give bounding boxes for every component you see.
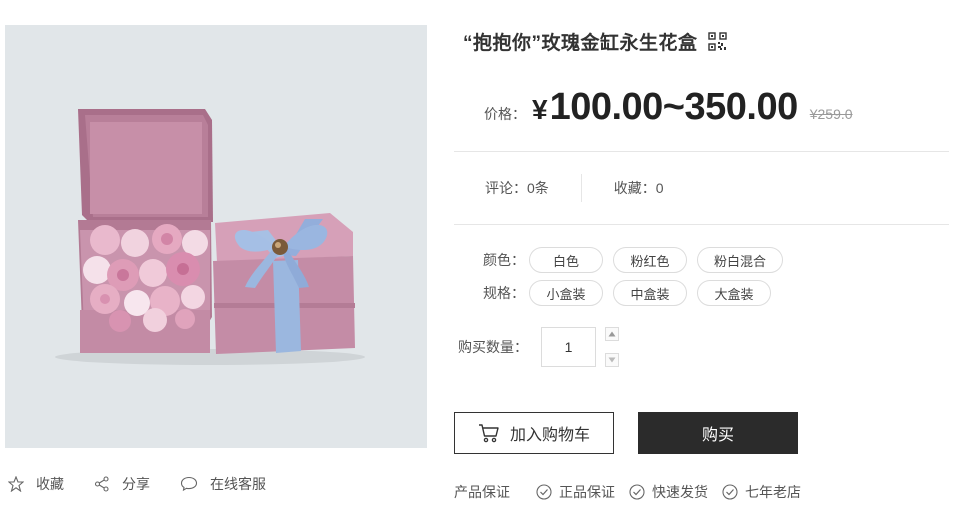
guarantee-fast-shipping: 快速发货 — [652, 484, 708, 500]
favorite-label: 收藏 — [36, 476, 64, 492]
guarantee-item: 七年老店 — [722, 482, 801, 502]
spec-options: 规格： 小盒装 中盒装 大盒装 — [483, 280, 781, 306]
spec-label: 规格： — [483, 285, 525, 301]
quantity-row: 购买数量： 1 — [458, 327, 619, 367]
color-option-white[interactable]: 白色 — [529, 247, 603, 273]
original-price: ¥259.0 — [809, 106, 853, 122]
star-icon — [8, 476, 24, 492]
share-button[interactable]: 分享 — [94, 474, 150, 494]
price-currency: ¥ — [532, 94, 548, 125]
guarantee-authentic: 正品保证 — [559, 484, 615, 500]
stats-row: 评论：0条 收藏：0 — [485, 174, 664, 202]
favorite-button[interactable]: 收藏 — [8, 474, 64, 494]
spec-option-medium[interactable]: 中盒装 — [613, 280, 687, 306]
add-to-cart-label: 加入购物车 — [509, 427, 590, 444]
guarantee-item: 快速发货 — [629, 482, 708, 502]
gallery-actions: 收藏 分享 在线客服 — [8, 472, 296, 496]
review-count: 评论：0条 — [485, 180, 549, 196]
color-options: 颜色： 白色 粉红色 粉白混合 — [483, 247, 793, 273]
caret-up-icon — [608, 331, 616, 337]
buy-label: 购买 — [701, 427, 734, 444]
product-title: “抱抱你”玫瑰金缸永生花盒 — [463, 33, 698, 54]
color-option-pink[interactable]: 粉红色 — [613, 247, 687, 273]
quantity-stepper — [605, 327, 619, 367]
qr-code-icon[interactable] — [707, 32, 727, 51]
buy-button[interactable]: 购买 — [638, 412, 798, 454]
product-image — [5, 25, 427, 448]
chat-bubble-icon — [180, 476, 198, 492]
cart-icon — [478, 424, 499, 443]
spec-option-large[interactable]: 大盒装 — [697, 280, 771, 306]
price-label: 价格： — [484, 106, 526, 122]
stats-divider — [580, 174, 582, 202]
online-service-button[interactable]: 在线客服 — [180, 474, 266, 494]
flower-box-illustration — [5, 25, 427, 448]
favorite-count: 收藏：0 — [613, 180, 664, 196]
quantity-increase-button[interactable] — [605, 327, 619, 341]
add-to-cart-button[interactable]: 加入购物车 — [454, 412, 614, 454]
color-option-mixed[interactable]: 粉白混合 — [697, 247, 783, 273]
quantity-label: 购买数量： — [458, 339, 528, 355]
quantity-input[interactable]: 1 — [541, 327, 596, 367]
divider — [454, 224, 949, 225]
online-service-label: 在线客服 — [210, 476, 266, 492]
caret-down-icon — [608, 357, 616, 363]
check-circle-icon — [722, 484, 738, 500]
check-circle-icon — [536, 484, 552, 500]
guarantee-row: 产品保证 正品保证 快速发货 七年老店 — [454, 481, 815, 503]
color-label: 颜色： — [483, 252, 525, 268]
quantity-decrease-button[interactable] — [605, 353, 619, 367]
price-row: 价格： ¥ 100.00~350.00 ¥259.0 — [484, 86, 853, 132]
guarantee-item: 正品保证 — [536, 482, 615, 502]
price-range: 100.00~350.00 — [549, 86, 799, 128]
title-row: “抱抱你”玫瑰金缸永生花盒 — [463, 28, 727, 55]
divider — [454, 151, 949, 152]
guarantee-label: 产品保证 — [454, 484, 510, 500]
guarantee-seven-year-store: 七年老店 — [745, 484, 801, 500]
share-icon — [94, 476, 109, 492]
share-label: 分享 — [122, 476, 150, 492]
spec-option-small[interactable]: 小盒装 — [529, 280, 603, 306]
check-circle-icon — [629, 484, 645, 500]
